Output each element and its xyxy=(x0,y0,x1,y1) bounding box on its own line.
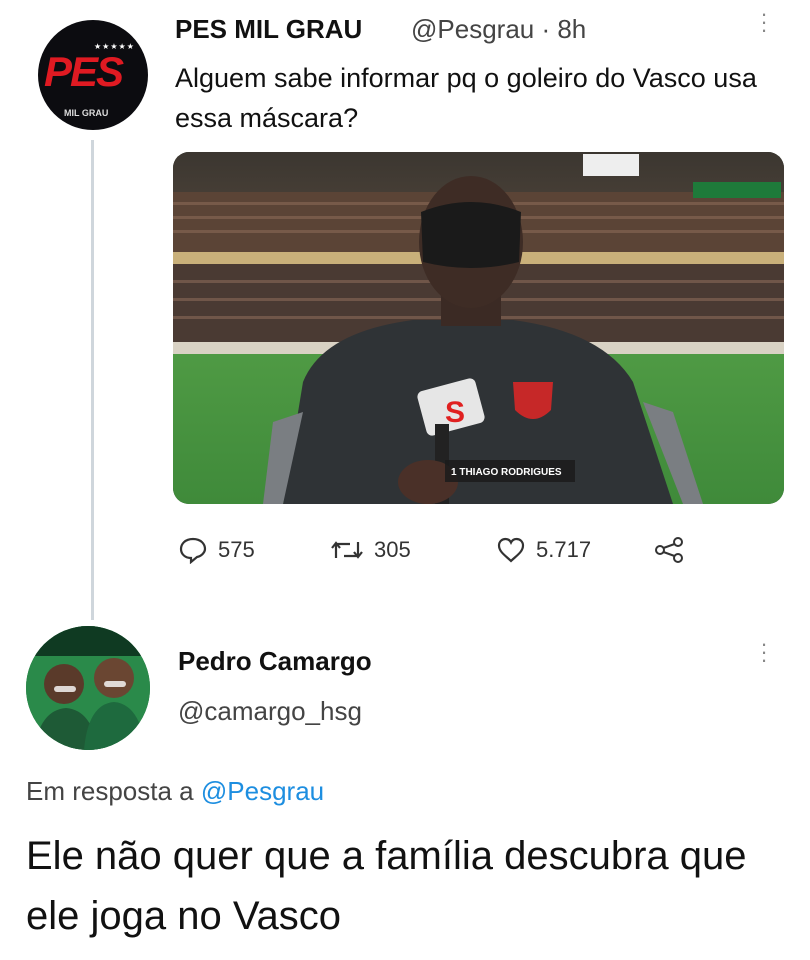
author-handle-time[interactable]: @Pesgrau · 8h xyxy=(411,14,586,45)
share-icon xyxy=(655,537,683,563)
tweet-text: Alguem sabe informar pq o goleiro do Vas… xyxy=(175,63,757,133)
tweet-media-image[interactable]: S 1 THIAGO RODRIGUES xyxy=(173,152,784,504)
more-options-icon[interactable]: · · · xyxy=(754,3,774,41)
logo-subtitle: MIL GRAU xyxy=(64,108,109,118)
reply-action[interactable]: 575 xyxy=(178,536,255,564)
replying-to-label: Em resposta a xyxy=(26,776,194,806)
reply-author-handle[interactable]: @camargo_hsg xyxy=(178,696,362,727)
reply-author-name[interactable]: Pedro Camargo xyxy=(178,646,372,677)
reply-tweet-text: Ele não quer que a família descubra que … xyxy=(26,834,747,938)
share-action[interactable] xyxy=(652,536,686,564)
caption-text: 1 THIAGO RODRIGUES xyxy=(451,467,562,478)
avatar-pedro-camargo[interactable] xyxy=(26,626,150,750)
more-options-icon[interactable]: · · · xyxy=(754,633,774,671)
retweet-icon xyxy=(331,541,363,559)
author-name[interactable]: PES MIL GRAU xyxy=(175,14,362,45)
replying-to-mention[interactable]: @Pesgrau xyxy=(201,776,324,806)
pes-logo-text: PES xyxy=(44,48,124,95)
thread-line xyxy=(91,140,94,620)
stadium-scene: S 1 THIAGO RODRIGUES xyxy=(173,152,784,504)
heart-icon xyxy=(497,537,525,563)
reply-bubble-icon xyxy=(179,537,207,564)
reply-count: 575 xyxy=(218,537,255,562)
like-action[interactable]: 5.717 xyxy=(496,536,591,564)
replying-to: Em resposta a @Pesgrau xyxy=(26,776,324,807)
avatar-photo xyxy=(26,626,150,750)
retweet-action[interactable]: 305 xyxy=(330,536,411,564)
avatar-pes-mil-grau[interactable]: ★★★★★ PES MIL GRAU xyxy=(38,20,148,130)
retweet-count: 305 xyxy=(374,537,411,562)
like-count: 5.717 xyxy=(536,537,592,562)
